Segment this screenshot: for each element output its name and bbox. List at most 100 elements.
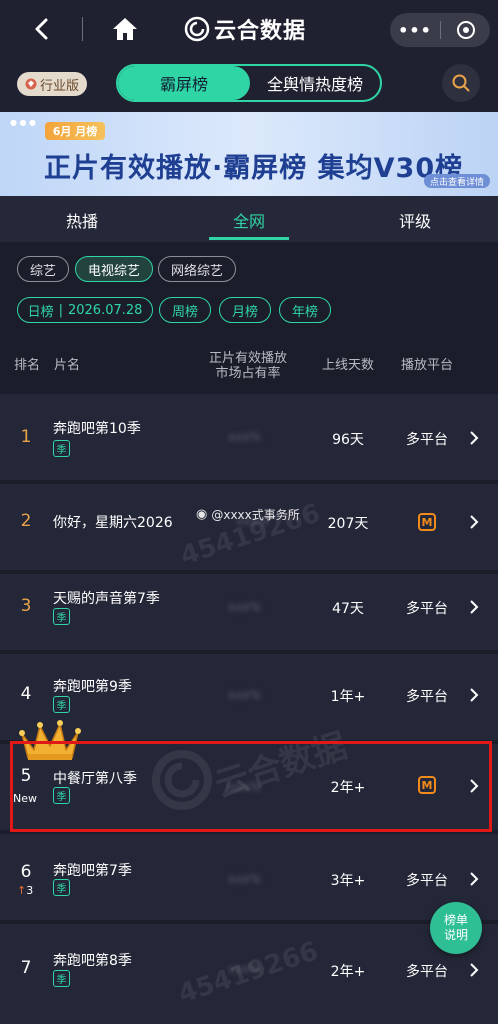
banner-title: 正片有效播放·霸屏榜 集均V30榜 bbox=[44, 153, 464, 184]
home-icon[interactable] bbox=[110, 14, 140, 44]
chevron-right-icon bbox=[470, 688, 479, 702]
back-arrow-icon[interactable] bbox=[28, 14, 56, 44]
weibo-watermark: ◉ @xxxx式事务所 bbox=[196, 506, 300, 523]
tab-rating[interactable]: 评级 bbox=[399, 208, 431, 232]
table-row[interactable]: 3 天赐的声音第7季 季 xxx% 47天 多平台 bbox=[0, 574, 498, 660]
fab-line1: 榜单 bbox=[443, 913, 468, 927]
platform: 多平台 bbox=[406, 601, 448, 617]
industry-badge-label: 行业版 bbox=[39, 78, 79, 94]
col-share-line1: 正片有效播放 bbox=[208, 351, 287, 366]
market-share: xxx% bbox=[228, 430, 261, 444]
tab-all-network[interactable]: 全网 bbox=[233, 208, 265, 232]
season-tag: 季 bbox=[53, 970, 70, 987]
market-share: xxx% bbox=[228, 600, 261, 614]
platform: 多平台 bbox=[406, 689, 448, 705]
active-tab-indicator bbox=[209, 237, 289, 240]
diamond-icon bbox=[25, 78, 37, 90]
date-picker-chip[interactable]: 日榜 | 2026.07.28 bbox=[17, 297, 153, 323]
rank-change-value: 3 bbox=[26, 884, 34, 897]
arrow-up-icon: ↑ bbox=[17, 884, 27, 897]
chevron-right-icon bbox=[470, 963, 479, 977]
online-days: 3年+ bbox=[330, 873, 366, 889]
banner-details-link[interactable]: 点击查看详情 bbox=[423, 174, 490, 188]
target-circle-icon bbox=[456, 21, 475, 39]
rank-number: 6 bbox=[20, 862, 32, 882]
online-days: 96天 bbox=[332, 432, 364, 448]
more-button[interactable]: ••• bbox=[390, 13, 440, 47]
chevron-right-icon bbox=[470, 600, 479, 614]
date-value: 2026.07.28 bbox=[67, 302, 143, 318]
season-tag: 季 bbox=[53, 879, 70, 896]
table-row[interactable]: 1 奔跑吧第10季 季 xxx% 96天 多平台 bbox=[0, 394, 498, 480]
brand: 云合数据 bbox=[184, 13, 306, 45]
highlight-annotation bbox=[10, 741, 492, 832]
ranking-explanation-button[interactable]: 榜单 说明 bbox=[430, 902, 482, 954]
search-button[interactable] bbox=[442, 64, 480, 102]
show-title: 奔跑吧第10季 bbox=[53, 421, 141, 437]
mango-tv-icon: M bbox=[418, 513, 436, 531]
chevron-right-icon bbox=[470, 872, 479, 886]
season-tag: 季 bbox=[53, 696, 70, 713]
table-header: 排名 片名 正片有效播放 市场占有率 上线天数 播放平台 bbox=[0, 340, 498, 394]
col-days: 上线天数 bbox=[321, 358, 374, 373]
main-tabs: 热播 全网 评级 bbox=[0, 196, 498, 242]
online-days: 2年+ bbox=[330, 964, 366, 980]
chevron-right-icon bbox=[470, 515, 479, 529]
col-share-line2: 市场占有率 bbox=[215, 366, 281, 381]
date-separator: | bbox=[58, 302, 63, 318]
col-title: 片名 bbox=[53, 358, 80, 373]
brand-name: 云合数据 bbox=[214, 19, 307, 44]
platform: 多平台 bbox=[406, 873, 448, 889]
col-rank: 排名 bbox=[13, 358, 40, 373]
chip-weekly[interactable]: 周榜 bbox=[159, 297, 211, 323]
col-platform: 播放平台 bbox=[400, 358, 453, 373]
chip-variety[interactable]: 综艺 bbox=[17, 256, 69, 282]
table-row[interactable]: 6 ↑3 奔跑吧第7季 季 xxx% 3年+ 多平台 bbox=[0, 834, 498, 920]
show-title: 你好，星期六2026 bbox=[53, 515, 173, 531]
mini-program-capsule: ••• bbox=[390, 13, 490, 47]
promo-banner[interactable]: ● ● ● 6月 月榜 正片有效播放·霸屏榜 集均V30榜 点击查看详情 bbox=[0, 112, 498, 196]
chevron-right-icon bbox=[470, 431, 479, 445]
fab-line2: 说明 bbox=[443, 928, 468, 942]
nav-divider bbox=[82, 17, 83, 41]
show-title: 奔跑吧第8季 bbox=[53, 953, 132, 969]
season-tag: 季 bbox=[53, 608, 70, 625]
tab-dominant-list[interactable]: 霸屏榜 bbox=[118, 66, 250, 100]
chip-web-variety[interactable]: 网络综艺 bbox=[158, 256, 236, 282]
banner-dots: ● ● ● bbox=[10, 118, 37, 127]
season-tag: 季 bbox=[53, 440, 70, 457]
tab-sentiment-heat-list[interactable]: 全舆情热度榜 bbox=[250, 66, 380, 100]
chip-yearly[interactable]: 年榜 bbox=[279, 297, 331, 323]
daily-label: 日榜 bbox=[27, 304, 54, 320]
weibo-icon: ◉ bbox=[196, 507, 208, 522]
online-days: 1年+ bbox=[330, 689, 366, 705]
chip-tv-variety[interactable]: 电视综艺 bbox=[75, 256, 153, 282]
rank-number: 1 bbox=[20, 427, 32, 447]
platform: 多平台 bbox=[406, 964, 448, 980]
top-nav-bar: 云合数据 ••• bbox=[0, 0, 498, 58]
industry-edition-badge[interactable]: 行业版 bbox=[17, 72, 87, 96]
online-days: 207天 bbox=[327, 516, 369, 532]
market-share: xxx% bbox=[228, 872, 261, 886]
show-title: 奔跑吧第7季 bbox=[53, 863, 132, 879]
market-share: xxx% bbox=[228, 688, 261, 702]
banner-month-tag: 6月 月榜 bbox=[45, 122, 105, 140]
rank-number: 2 bbox=[20, 511, 32, 531]
rank-change: ↑3 bbox=[17, 884, 33, 897]
online-days: 47天 bbox=[332, 601, 364, 617]
show-title: 天赐的声音第7季 bbox=[53, 591, 160, 607]
show-title: 奔跑吧第9季 bbox=[53, 679, 132, 695]
weibo-handle: @xxxx式事务所 bbox=[211, 508, 300, 522]
toolbar: 行业版 霸屏榜 全舆情热度榜 bbox=[0, 58, 498, 112]
chip-monthly[interactable]: 月榜 bbox=[219, 297, 271, 323]
col-share: 正片有效播放 市场占有率 bbox=[198, 351, 298, 381]
search-icon bbox=[452, 74, 470, 92]
rank-number: 7 bbox=[20, 958, 32, 978]
close-mini-program-button[interactable] bbox=[441, 13, 490, 47]
rank-number: 3 bbox=[20, 596, 32, 616]
tab-hot[interactable]: 热播 bbox=[66, 208, 98, 232]
brand-logo-icon bbox=[184, 16, 210, 42]
ranking-type-switch: 霸屏榜 全舆情热度榜 bbox=[116, 64, 382, 102]
platform: 多平台 bbox=[406, 432, 448, 448]
rank-number: 4 bbox=[20, 684, 32, 704]
